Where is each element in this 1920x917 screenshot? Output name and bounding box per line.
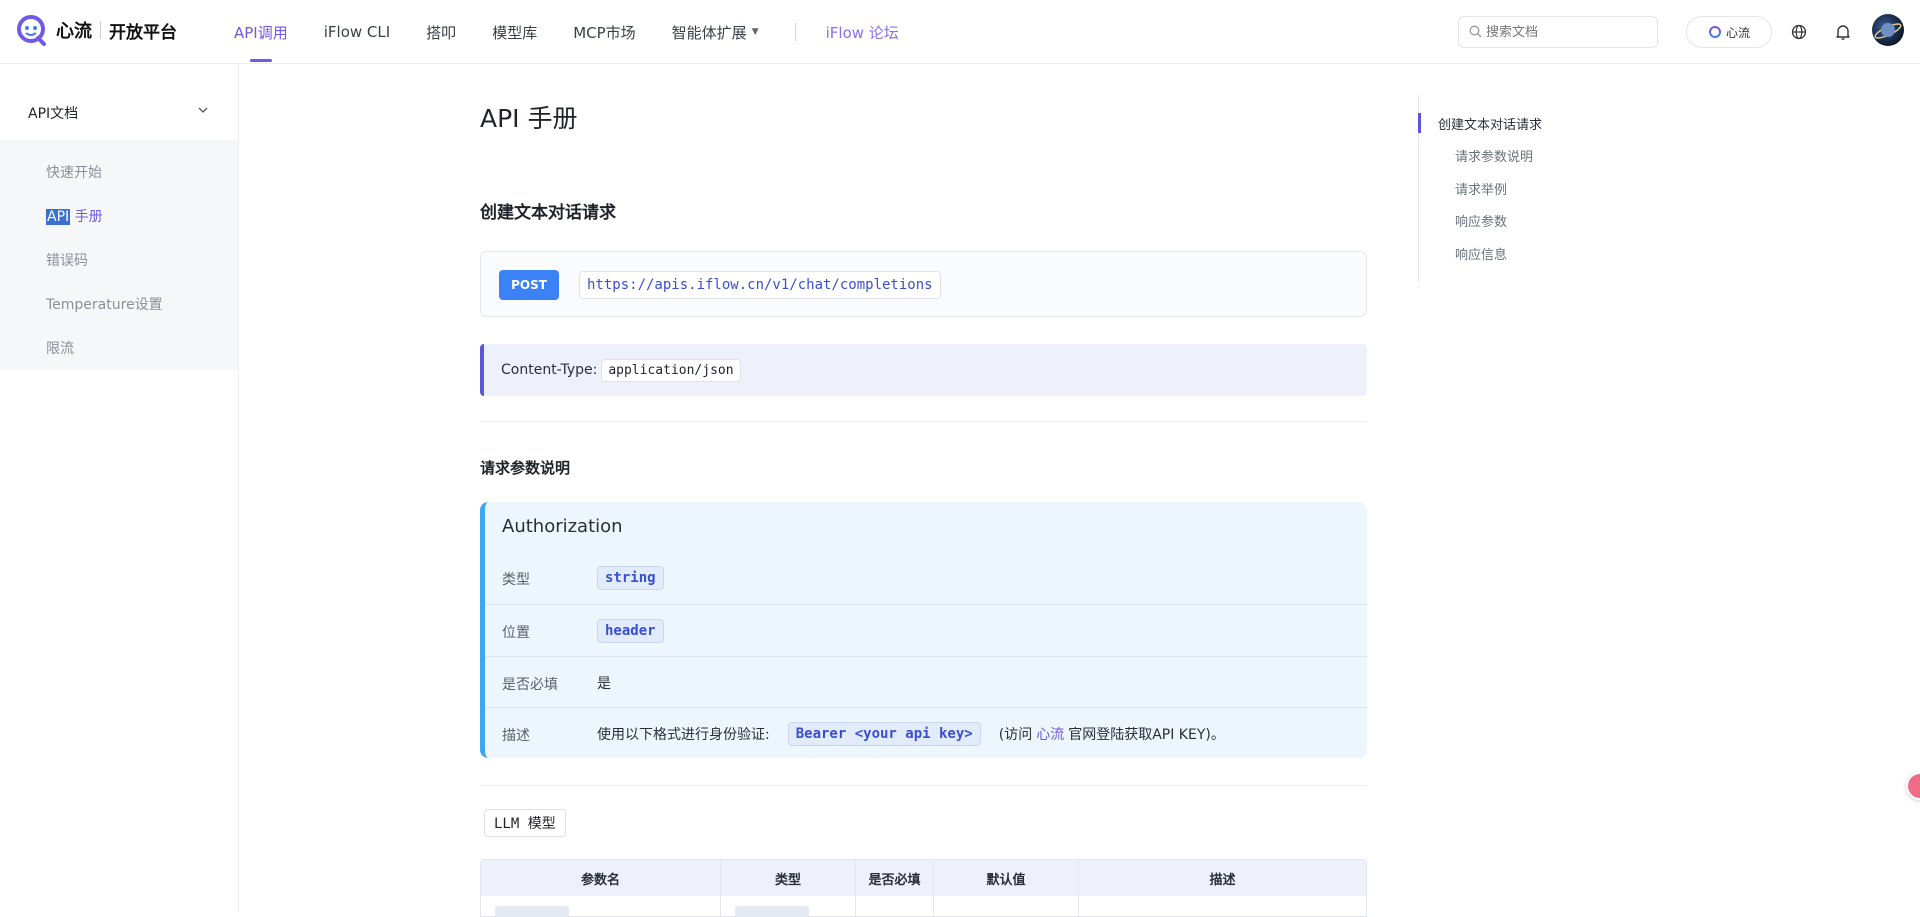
auth-row-required: 是否必填 是: [485, 656, 1367, 708]
authorization-card: Authorization 类型 string 位置 header 是否必填 是…: [480, 502, 1367, 758]
toc-item[interactable]: 响应参数: [1455, 211, 1507, 230]
divider: [480, 785, 1367, 786]
row-value: string: [597, 552, 664, 604]
endpoint-box: POST https://apis.iflow.cn/v1/chat/compl…: [480, 251, 1367, 317]
table-cell: [856, 896, 934, 916]
nav-models[interactable]: 模型库: [492, 0, 537, 64]
row-value: 使用以下格式进行身份验证: Bearer <your api key> (访问 …: [597, 708, 1225, 758]
nav-label: 智能体扩展: [671, 23, 747, 42]
nav-forum[interactable]: iFlow 论坛: [826, 22, 899, 43]
nav-divider: [794, 23, 796, 41]
sidebar-item-label: 手册: [70, 209, 103, 225]
nav-label: API调用: [234, 23, 288, 42]
table-of-contents: 创建文本对话请求 请求参数说明 请求举例 响应参数 响应信息: [1418, 95, 1618, 282]
platform-name: 开放平台: [109, 22, 177, 43]
bell-icon[interactable]: [1832, 21, 1854, 43]
nav-mcp[interactable]: MCP市场: [573, 0, 635, 64]
sidebar-item-temperature[interactable]: Temperature设置: [46, 294, 163, 314]
table-header: 参数名 类型 是否必填 默认值 描述: [481, 860, 1366, 896]
caret-down-icon: ▼: [751, 27, 759, 37]
user-avatar[interactable]: [1872, 14, 1904, 46]
nav-label: iFlow CLI: [323, 23, 391, 41]
row-value: header: [597, 605, 664, 657]
search-icon: [1469, 23, 1482, 42]
cell-chip: [495, 906, 569, 916]
nav-daku[interactable]: 搭叩: [426, 0, 456, 64]
col-header: 参数名: [481, 860, 721, 896]
sidebar-item-quickstart[interactable]: 快速开始: [46, 162, 102, 182]
llm-model-tag[interactable]: LLM 模型: [484, 809, 566, 837]
sidebar-item-rate-limit[interactable]: 限流: [46, 338, 74, 358]
content-type-value: application/json: [601, 358, 741, 382]
row-label: 是否必填: [502, 677, 558, 693]
sidebar-group: 快速开始 API 手册 错误码 Temperature设置 限流: [0, 140, 238, 370]
type-tag: string: [597, 566, 664, 590]
iflow-link[interactable]: 心流: [1036, 724, 1064, 744]
section-create-chat: 创建文本对话请求: [480, 203, 616, 223]
search-input[interactable]: [1486, 24, 1646, 40]
col-header: 默认值: [934, 860, 1079, 896]
toc-active-indicator: [1418, 113, 1421, 133]
params-table: 参数名 类型 是否必填 默认值 描述: [480, 859, 1367, 917]
table-cell: [481, 896, 721, 916]
col-header: 类型: [721, 860, 856, 896]
swirl-icon: [1708, 25, 1722, 39]
logo-icon: [16, 14, 48, 46]
main-nav: API调用 iFlow CLI 搭叩 模型库 MCP市场 智能体扩展 ▼ iFlo…: [234, 0, 899, 64]
auth-row-description: 描述 使用以下格式进行身份验证: Bearer <your api key> (…: [485, 707, 1367, 758]
divider: [480, 421, 1367, 422]
globe-icon[interactable]: [1788, 21, 1810, 43]
cell-chip: [735, 906, 809, 916]
auth-row-type: 类型 string: [485, 552, 1367, 604]
desc-prefix: 使用以下格式进行身份验证:: [597, 727, 770, 743]
bearer-code: Bearer <your api key>: [787, 722, 981, 746]
brand-button[interactable]: 心流: [1686, 16, 1772, 48]
toc-item[interactable]: 请求参数说明: [1455, 146, 1533, 165]
top-navbar: 心流 开放平台 API调用 iFlow CLI 搭叩 模型库 MCP市场 智能体…: [0, 0, 1920, 64]
col-header: 描述: [1209, 872, 1236, 888]
auth-row-position: 位置 header: [485, 604, 1367, 656]
col-header: 是否必填: [856, 860, 934, 896]
toc-item[interactable]: 请求举例: [1455, 179, 1507, 198]
row-label: 描述: [502, 728, 530, 744]
nav-label: 模型库: [492, 23, 538, 42]
logo[interactable]: 心流 开放平台: [16, 14, 177, 46]
position-tag: header: [597, 619, 664, 643]
auth-title: Authorization: [502, 516, 623, 537]
table-cell: [1079, 896, 1366, 916]
search-box[interactable]: [1458, 16, 1658, 48]
chevron-down-icon[interactable]: [198, 105, 208, 116]
row-value: 是: [597, 676, 611, 692]
toc-item[interactable]: 响应信息: [1455, 244, 1507, 263]
endpoint-url[interactable]: https://apis.iflow.cn/v1/chat/completion…: [579, 271, 941, 299]
nav-api[interactable]: API调用: [234, 0, 288, 64]
toc-item[interactable]: 创建文本对话请求: [1438, 114, 1542, 133]
method-badge: POST: [499, 270, 559, 300]
selection-highlight: API: [46, 209, 71, 225]
logo-divider: [100, 21, 101, 39]
table-cell: [934, 896, 1079, 916]
sidebar-item-api-manual[interactable]: API 手册: [46, 206, 103, 226]
nav-label: MCP市场: [573, 23, 636, 42]
table-row: [481, 896, 1366, 916]
desc-mid: (访问: [998, 727, 1033, 743]
desc-suffix: 官网登陆获取API KEY)。: [1068, 727, 1225, 743]
section-request-params: 请求参数说明: [480, 459, 571, 477]
page-title: API 手册: [480, 104, 578, 133]
content-type-note: Content-Type: application/json: [480, 344, 1367, 396]
floating-assistant-button[interactable]: [1906, 772, 1920, 800]
content-type-label: Content-Type:: [501, 362, 598, 378]
row-label: 类型: [502, 572, 530, 588]
brand-name: 心流: [56, 21, 92, 42]
table-cell: [721, 896, 856, 916]
sidebar: API文档 快速开始 API 手册 错误码 Temperature设置 限流: [0, 65, 239, 911]
row-label: 位置: [502, 625, 530, 641]
brand-button-label: 心流: [1725, 25, 1750, 40]
nav-iflow-cli[interactable]: iFlow CLI: [324, 0, 390, 64]
sidebar-item-error-codes[interactable]: 错误码: [46, 250, 88, 270]
nav-agents[interactable]: 智能体扩展 ▼: [672, 0, 759, 64]
sidebar-heading[interactable]: API文档: [28, 103, 78, 123]
nav-label: 搭叩: [426, 23, 457, 42]
